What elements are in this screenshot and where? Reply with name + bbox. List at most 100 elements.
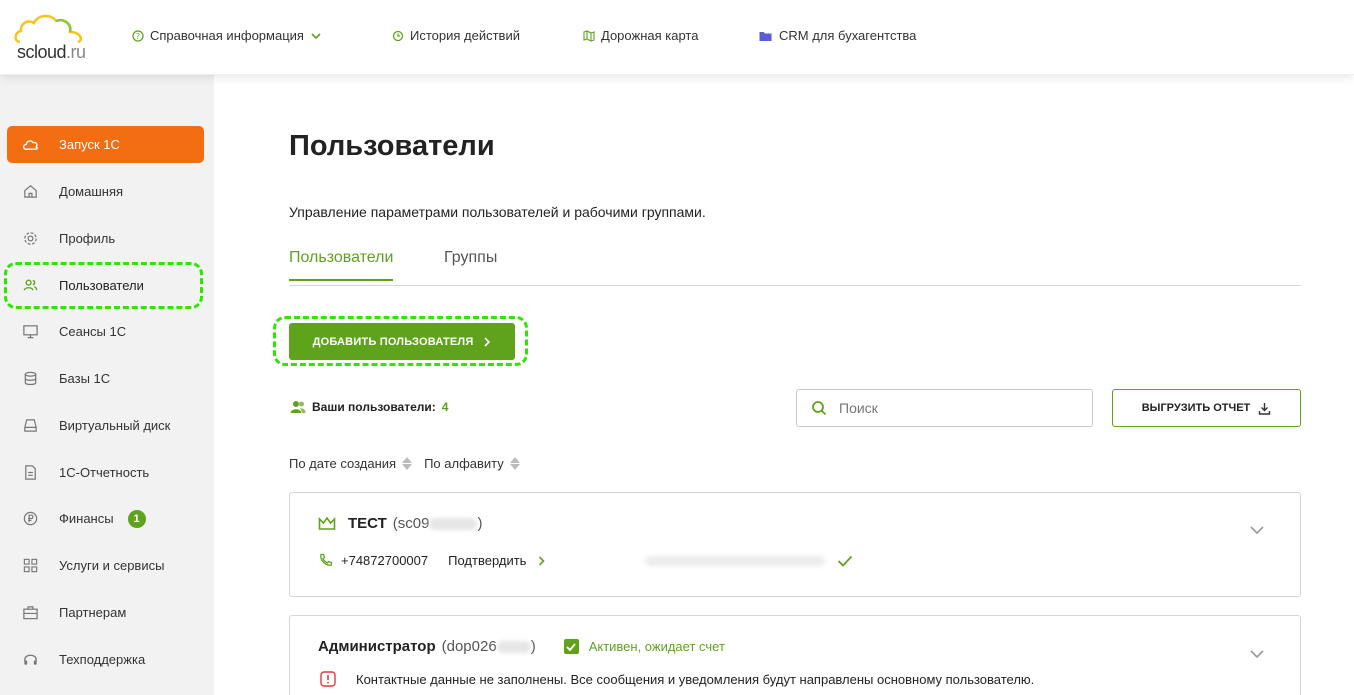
- confirm-phone-label: Подтвердить: [448, 553, 527, 568]
- sidebar-item-label: Домашняя: [59, 184, 124, 199]
- sidebar-item-label: Партнерам: [59, 605, 127, 620]
- nav-roadmap[interactable]: Дорожная карта: [583, 28, 698, 43]
- user-name: Администратор: [318, 638, 436, 655]
- user-login: (dop026): [442, 638, 536, 655]
- user-login-suffix: ): [477, 515, 483, 532]
- download-icon: [1259, 402, 1271, 415]
- nav-crm[interactable]: CRM для бухагентства: [758, 28, 916, 43]
- user-card-header: ТЕСТ (sc09): [318, 515, 482, 532]
- user-status: Активен, ожидает счет: [563, 639, 725, 654]
- chevron-down-icon[interactable]: [1250, 647, 1264, 661]
- gear-icon: [21, 230, 39, 248]
- nav-help-label: Справочная информация: [150, 28, 304, 43]
- redacted-email: [645, 555, 826, 566]
- sidebar-item-services[interactable]: Услуги и сервисы: [7, 547, 204, 584]
- scloud-logo[interactable]: scloud.ru: [14, 12, 94, 66]
- user-card-header: Администратор (dop026) Активен, ожидает …: [318, 638, 725, 655]
- sidebar-item-databases[interactable]: Базы 1С: [7, 360, 204, 397]
- sidebar-item-home[interactable]: Домашняя: [7, 173, 204, 210]
- user-card[interactable]: ТЕСТ (sc09) +74872700007 Подтвердить: [289, 492, 1301, 597]
- monitor-icon: [21, 323, 39, 341]
- confirm-phone-link[interactable]: Подтвердить: [448, 553, 546, 568]
- finance-count-badge: 1: [127, 509, 146, 528]
- tabs: Пользователи Группы: [289, 245, 1301, 286]
- user-status-label: Активен, ожидает счет: [588, 639, 725, 654]
- user-phone: +74872700007: [341, 553, 429, 568]
- export-report-button-label: ВЫГРУЗИТЬ ОТЧЕТ: [1141, 402, 1251, 414]
- chevron-down-icon[interactable]: [1250, 523, 1264, 537]
- search-box[interactable]: [796, 389, 1093, 427]
- top-bar: scloud.ru ? Справочная информация Истори…: [0, 0, 1354, 75]
- sidebar-item-label: Финансы: [59, 511, 114, 526]
- grid-icon: [21, 557, 39, 575]
- sidebar-item-virtual-disk[interactable]: Виртуальный диск: [7, 407, 204, 444]
- redacted-block: [429, 518, 478, 531]
- users-highlight-outline: [4, 262, 203, 309]
- tab-users[interactable]: Пользователи: [289, 249, 394, 281]
- user-card[interactable]: Администратор (dop026) Активен, ожидает …: [289, 615, 1301, 695]
- users-count-label: Ваши пользователи:: [312, 400, 436, 414]
- sidebar-item-finance[interactable]: Финансы 1: [7, 500, 204, 537]
- headset-icon: [21, 651, 39, 669]
- sidebar-item-label: Базы 1С: [59, 371, 111, 386]
- users-count-value: 4: [441, 400, 449, 414]
- sidebar-item-label: Виртуальный диск: [59, 418, 171, 433]
- sidebar-item-partners[interactable]: Партнерам: [7, 594, 204, 631]
- sort-arrows-icon: [402, 457, 413, 470]
- tab-groups[interactable]: Группы: [444, 249, 497, 267]
- logo-domain: .ru: [66, 42, 86, 62]
- chevron-right-icon: [539, 555, 546, 566]
- users-icon: [290, 401, 306, 413]
- sidebar: Запуск 1С Домашняя Профиль Пользователи …: [0, 75, 214, 695]
- folder-icon: [759, 31, 772, 41]
- users-count: Ваши пользователи: 4: [290, 400, 448, 414]
- chevron-down-icon: [311, 32, 321, 39]
- briefcase-icon: [21, 604, 39, 622]
- sort-by-alphabet[interactable]: По алфавиту: [424, 456, 520, 471]
- contact-warning-text: Контактные данные не заполнены. Все сооб…: [356, 671, 1035, 687]
- nav-history[interactable]: История действий: [392, 28, 520, 43]
- nav-roadmap-label: Дорожная карта: [601, 28, 699, 43]
- map-icon: [583, 29, 595, 42]
- page-description: Управление параметрами пользователей и р…: [289, 204, 706, 220]
- redacted-block: [496, 641, 531, 654]
- page-title: Пользователи: [289, 130, 495, 162]
- user-login-prefix: (dop026: [441, 638, 497, 655]
- checkmark-icon: [838, 555, 853, 567]
- help-circle-icon: ?: [132, 29, 144, 42]
- sidebar-item-label: Сеансы 1С: [59, 324, 127, 339]
- contact-warning: Контактные данные не заполнены. Все сооб…: [320, 671, 1034, 687]
- user-contact-row: +74872700007 Подтвердить: [318, 553, 853, 568]
- logo-text: scloud: [17, 42, 67, 62]
- disk-icon: [21, 417, 39, 435]
- sort-controls: По дате создания По алфавиту: [289, 456, 520, 471]
- history-icon: [392, 30, 404, 41]
- sidebar-item-profile[interactable]: Профиль: [7, 220, 204, 257]
- sidebar-item-label: Услуги и сервисы: [59, 558, 165, 573]
- search-input[interactable]: [839, 400, 1059, 416]
- home-icon: [21, 183, 39, 201]
- svg-text:?: ?: [136, 32, 140, 41]
- nav-history-label: История действий: [410, 28, 520, 43]
- nav-help[interactable]: ? Справочная информация: [132, 28, 322, 43]
- user-name: ТЕСТ: [348, 515, 387, 532]
- search-icon: [812, 401, 827, 416]
- sidebar-item-support[interactable]: Техподдержка: [7, 641, 204, 678]
- user-login-prefix: (sc09: [392, 515, 430, 532]
- sort-arrows-icon: [509, 457, 520, 470]
- sidebar-item-reporting[interactable]: 1С-Отчетность: [7, 454, 204, 491]
- checkbox-checked-icon: [563, 639, 579, 654]
- ruble-icon: [21, 510, 39, 528]
- sort-by-date[interactable]: По дате создания: [289, 456, 413, 471]
- sidebar-item-label: Профиль: [59, 231, 116, 246]
- nav-crm-label: CRM для бухагентства: [779, 28, 917, 43]
- sort-by-date-label: По дате создания: [289, 456, 397, 471]
- sidebar-item-launch-1c[interactable]: Запуск 1С: [7, 126, 204, 163]
- sidebar-item-label: Техподдержка: [59, 652, 146, 667]
- user-login: (sc09): [393, 515, 483, 532]
- export-report-button[interactable]: ВЫГРУЗИТЬ ОТЧЕТ: [1112, 389, 1301, 427]
- warning-icon: [320, 671, 336, 687]
- sidebar-item-sessions[interactable]: Сеансы 1С: [7, 313, 204, 350]
- sidebar-item-label: 1С-Отчетность: [59, 465, 150, 480]
- document-icon: [21, 464, 39, 482]
